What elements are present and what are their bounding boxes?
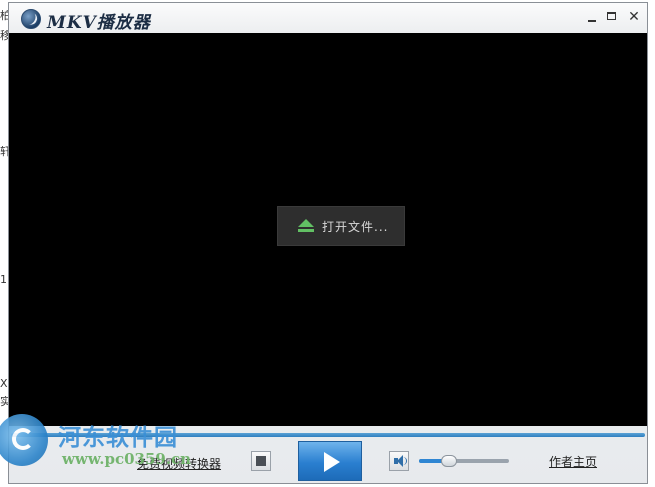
volume-button[interactable] [389, 451, 409, 471]
author-homepage-link[interactable]: 作者主页 [549, 453, 597, 470]
play-icon [324, 452, 340, 472]
minimize-icon [588, 20, 596, 22]
stop-icon [256, 456, 266, 466]
eject-icon [298, 219, 314, 233]
watermark: 河东软件园 www.pc0359.cn [0, 412, 216, 472]
watermark-logo-icon [0, 414, 48, 466]
video-area[interactable]: 打开文件... [9, 33, 647, 426]
volume-thumb[interactable] [440, 455, 457, 467]
background-fragment: 1 [0, 274, 7, 286]
background-fragment: X [0, 378, 8, 390]
background-fragment: 实 [0, 396, 8, 408]
watermark-title: 河东软件园 [58, 424, 178, 451]
maximize-button[interactable] [603, 9, 621, 25]
volume-slider[interactable] [419, 455, 509, 467]
background-fragment: 移 [0, 30, 8, 42]
stop-button[interactable] [251, 451, 271, 471]
app-title: MKV播放器 [47, 13, 151, 33]
app-logo-icon [21, 9, 41, 29]
background-fragment: 轩 [0, 146, 8, 158]
watermark-url: www.pc0359.cn [62, 450, 192, 468]
minimize-button[interactable] [583, 9, 601, 25]
close-button[interactable]: ✕ [625, 9, 643, 25]
open-file-label: 打开文件... [322, 219, 389, 234]
title-bar[interactable]: MKV播放器 ✕ [9, 3, 647, 33]
maximize-icon [607, 12, 616, 20]
play-button[interactable] [298, 441, 362, 481]
background-fragment: 柏 [0, 10, 8, 22]
open-file-button[interactable]: 打开文件... [277, 206, 405, 246]
close-icon: ✕ [628, 9, 640, 25]
